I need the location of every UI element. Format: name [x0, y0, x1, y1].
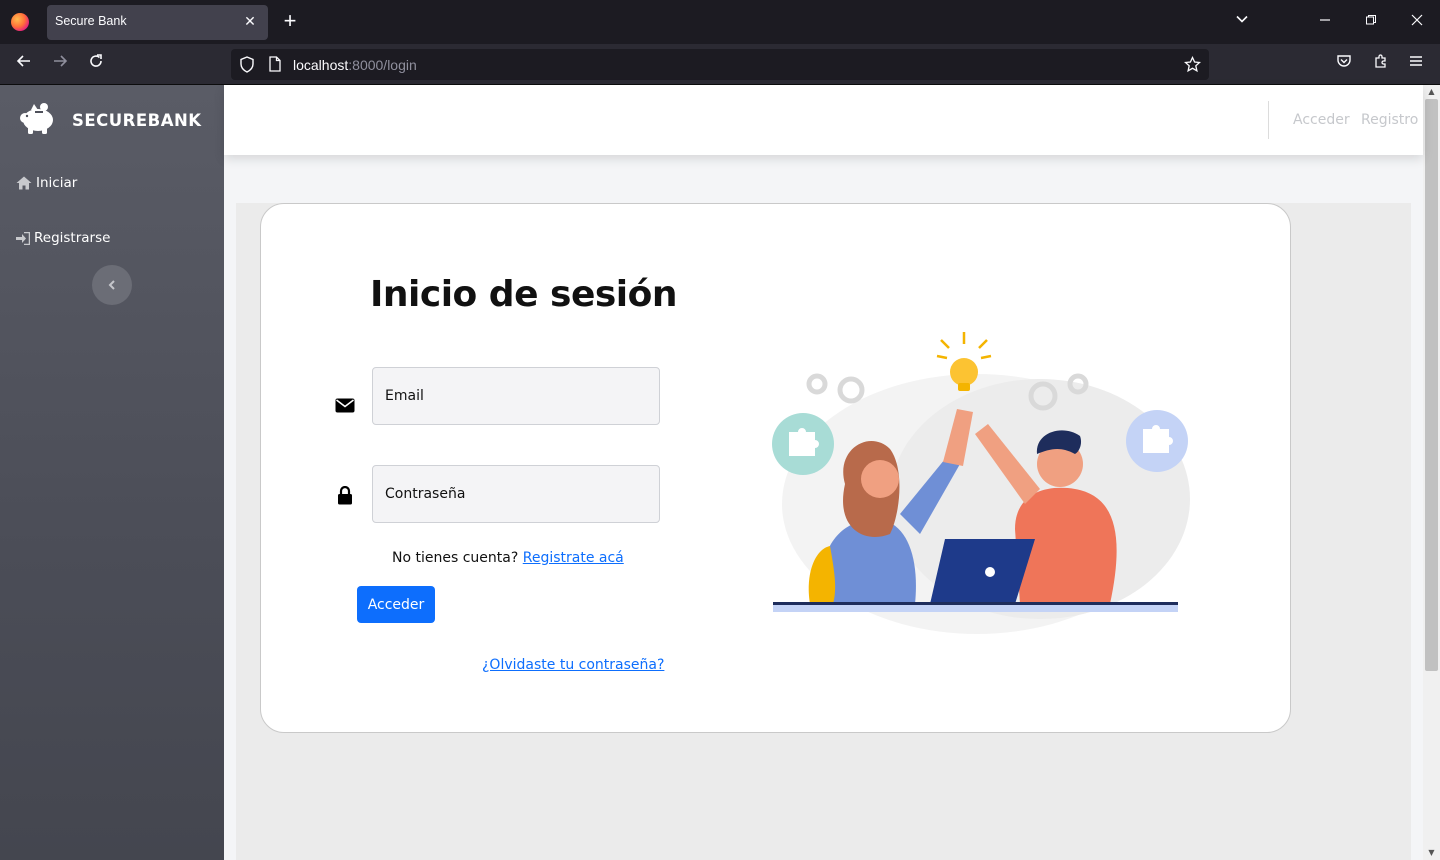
home-icon [16, 176, 32, 190]
restore-button[interactable] [1359, 10, 1383, 34]
browser-nav-bar: localhost:8000/login [0, 44, 1440, 85]
piggy-bank-logo-icon [18, 101, 56, 139]
tab-list-chevron-icon[interactable] [1230, 10, 1254, 34]
register-link[interactable]: Registrate acá [523, 550, 624, 566]
signup-prompt: No tienes cuenta? Registrate acá [392, 550, 624, 566]
tab-title: Secure Bank [55, 14, 127, 28]
topbar-register-link[interactable]: Registro [1361, 112, 1418, 128]
sidebar-item-registrarse[interactable]: Registrarse [16, 230, 110, 246]
sidebar-collapse-button[interactable] [92, 265, 132, 305]
sidebar-item-iniciar[interactable]: Iniciar [16, 175, 77, 191]
new-tab-button[interactable]: + [279, 10, 301, 34]
browser-tab[interactable]: Secure Bank ✕ [47, 5, 268, 40]
page-title: Inicio de sesión [370, 274, 678, 315]
shield-icon[interactable] [239, 56, 255, 77]
brand[interactable]: SECUREBANK [18, 102, 202, 138]
menu-hamburger-icon[interactable] [1404, 52, 1428, 76]
sign-in-icon [16, 231, 30, 245]
close-window-button[interactable] [1405, 10, 1429, 34]
page-scrollbar[interactable]: ▲ ▼ [1423, 85, 1440, 860]
firefox-logo-icon [11, 13, 29, 31]
high-five-illustration [772, 332, 1190, 634]
email-field[interactable] [372, 367, 660, 425]
tab-close-icon[interactable]: ✕ [240, 11, 260, 33]
url-bar[interactable]: localhost:8000/login [231, 49, 1209, 80]
url-text: localhost:8000/login [293, 57, 417, 73]
topbar-divider [1268, 101, 1269, 139]
forward-button[interactable] [48, 52, 72, 76]
sidebar-item-label: Iniciar [36, 175, 78, 191]
login-card: Inicio de sesión No tienes cuenta? Regis… [260, 203, 1291, 733]
back-button[interactable] [12, 52, 36, 76]
reload-button[interactable] [84, 52, 108, 76]
browser-tab-bar: Secure Bank ✕ + [0, 0, 1440, 44]
password-field[interactable] [372, 465, 660, 523]
extensions-icon[interactable] [1369, 52, 1393, 76]
login-submit-button[interactable]: Acceder [357, 586, 435, 623]
no-account-text: No tienes cuenta? [392, 550, 519, 566]
sidebar: SECUREBANK Iniciar Registrarse [0, 85, 224, 860]
forgot-password-link[interactable]: ¿Olvidaste tu contraseña? [482, 657, 664, 673]
chevron-left-icon [108, 280, 115, 290]
topbar-login-link[interactable]: Acceder [1293, 112, 1350, 128]
brand-name: SECUREBANK [72, 110, 202, 130]
bookmark-star-icon[interactable] [1183, 55, 1202, 77]
sidebar-item-label: Registrarse [34, 230, 111, 246]
scrollbar-thumb[interactable] [1425, 99, 1438, 671]
envelope-icon [334, 394, 356, 416]
top-navbar: Acceder Registro [224, 85, 1423, 155]
pocket-icon[interactable] [1332, 52, 1356, 76]
scroll-down-arrow-icon[interactable]: ▼ [1423, 846, 1440, 860]
minimize-button[interactable] [1313, 10, 1337, 34]
scroll-up-arrow-icon[interactable]: ▲ [1423, 85, 1440, 99]
lock-icon [334, 484, 356, 506]
page-icon[interactable] [268, 56, 282, 76]
